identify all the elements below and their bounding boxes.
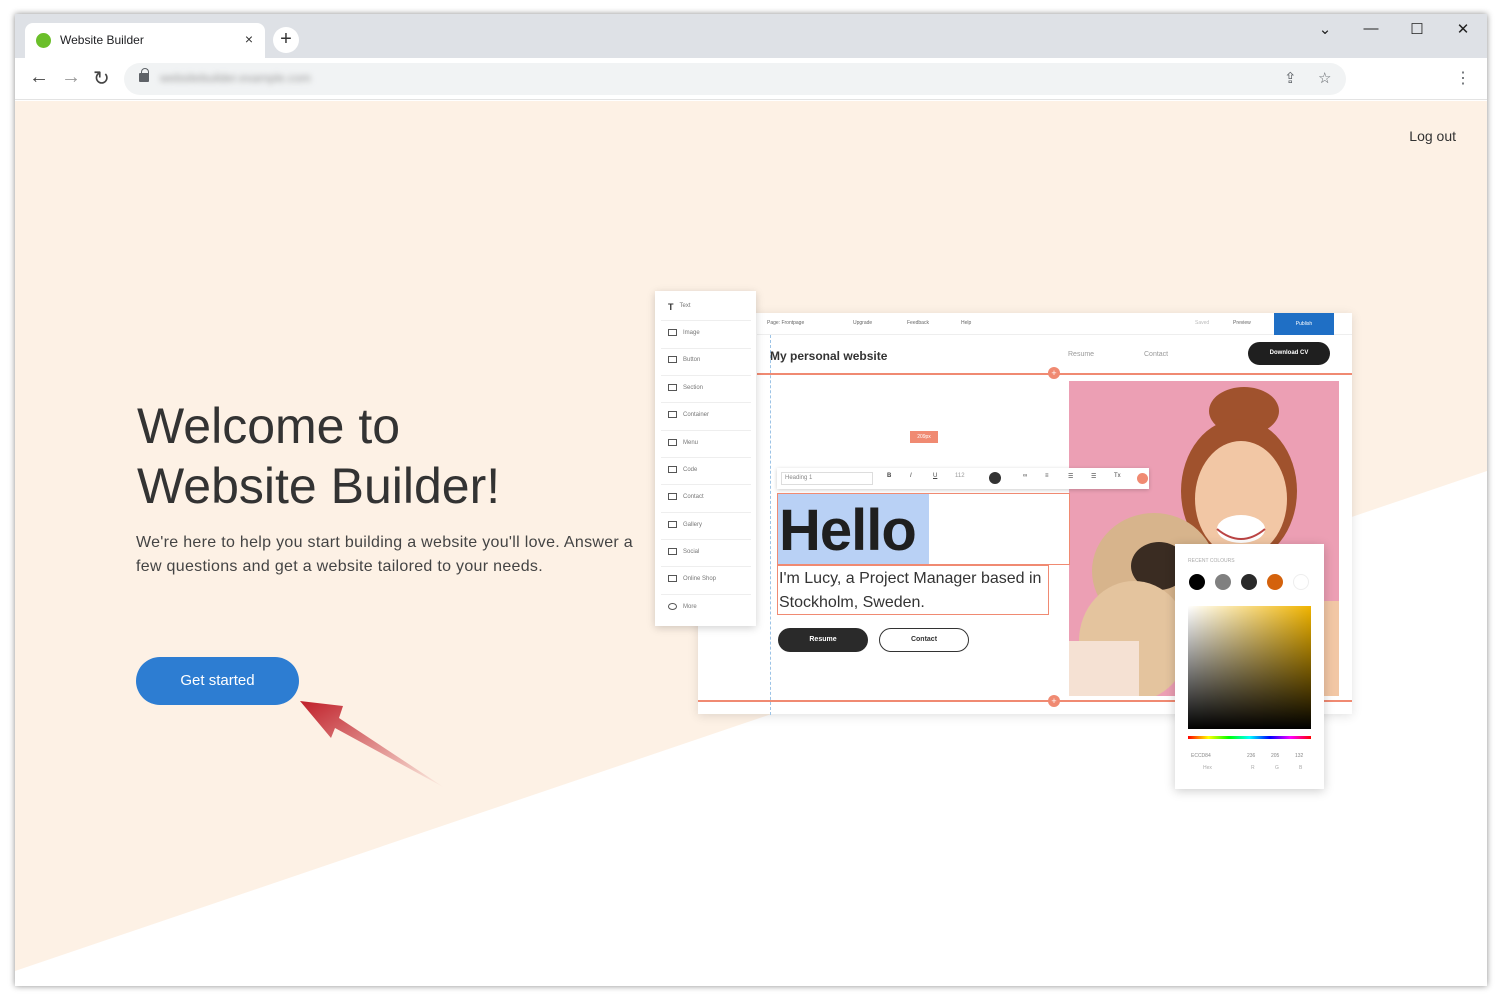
swatch	[1215, 574, 1231, 590]
mockup-feedback: Feedback	[907, 320, 929, 326]
intro-text: We're here to help you start building a …	[136, 534, 633, 575]
recent-colours-label: RECENT COLOURS	[1188, 558, 1235, 564]
hex-label: Hex	[1203, 765, 1212, 771]
tab-search-icon[interactable]: ⌄	[1302, 20, 1348, 38]
mockup-size-tag: 209px	[910, 431, 938, 443]
favicon-icon	[36, 33, 51, 48]
add-section-icon: +	[1048, 695, 1060, 707]
blue-value: 132	[1295, 753, 1304, 759]
swatch	[1241, 574, 1257, 590]
red-value: 236	[1247, 753, 1256, 759]
browser-window: Website Builder × + ⌄ — ☐ ✕ ← → ↻ websit…	[15, 14, 1487, 986]
mockup-elements-panel: T Text Image Button Section Container Men…	[655, 291, 756, 626]
lock-icon	[139, 68, 149, 82]
mockup-intro-paragraph: I'm Lucy, a Project Manager based in Sto…	[779, 570, 1042, 611]
g-label: G	[1275, 765, 1279, 771]
minimize-button[interactable]: —	[1348, 20, 1394, 37]
panel-item-button: Button	[668, 356, 750, 368]
bookmark-star-icon[interactable]: ☆	[1318, 69, 1331, 87]
mockup-format-toolbar: Heading 1 B I U 112 ∞ ≡ ☰ ☰ Tx	[777, 468, 1149, 489]
clear-format-icon: Tx	[1114, 473, 1121, 479]
panel-item-container: Container	[668, 411, 750, 423]
panel-item-section: Section	[668, 384, 750, 396]
align-icon: ≡	[1045, 473, 1049, 479]
mockup-font-size: 112	[955, 473, 965, 479]
mockup-site-title: My personal website	[770, 349, 888, 363]
bold-icon: B	[887, 473, 892, 479]
green-value: 205	[1271, 753, 1280, 759]
mockup-topbar: Page: Frontpage Upgrade Feedback Help Sa…	[757, 313, 1352, 335]
tab-title: Website Builder	[60, 33, 144, 47]
share-icon[interactable]: ⇪	[1284, 69, 1297, 87]
panel-item-contact: Contact	[668, 493, 750, 505]
maximize-button[interactable]: ☐	[1394, 20, 1440, 38]
mockup-upgrade: Upgrade	[853, 320, 873, 326]
arrow-annotation-icon	[300, 701, 445, 788]
mockup-resume-button: Resume	[778, 628, 868, 652]
bullet-list-icon: ☰	[1091, 474, 1097, 480]
page-title-line-2: Website Builder!	[137, 458, 501, 514]
hue-slider	[1188, 736, 1311, 739]
more-options-icon	[1137, 473, 1148, 484]
saturation-gradient	[1188, 606, 1311, 729]
editor-mockup: Page: Frontpage Upgrade Feedback Help Sa…	[655, 291, 1355, 811]
tab-close-icon[interactable]: ×	[245, 31, 253, 47]
logout-link[interactable]: Log out	[1409, 128, 1456, 144]
mockup-color-picker: RECENT COLOURS ECCD84 236 205 132 Hex R …	[1175, 544, 1324, 789]
panel-item-gallery: Gallery	[668, 521, 750, 533]
panel-item-social: Social	[668, 548, 750, 560]
browser-tab[interactable]: Website Builder ×	[25, 23, 265, 58]
panel-item-image: Image	[668, 329, 750, 341]
new-tab-button[interactable]: +	[273, 27, 299, 53]
page-title-line-1: Welcome to	[137, 398, 401, 454]
mockup-preview: Preview	[1233, 320, 1251, 326]
swatch	[1267, 574, 1283, 590]
mockup-help: Help	[961, 320, 972, 326]
mockup-nav-resume: Resume	[1068, 351, 1095, 358]
mockup-saved: Saved	[1195, 320, 1210, 326]
hex-value: ECCD84	[1191, 753, 1211, 759]
forward-icon[interactable]: →	[61, 66, 81, 89]
mockup-nav-contact: Contact	[1144, 351, 1169, 358]
mockup-contact-button: Contact	[879, 628, 969, 652]
mockup-download-cv: Download CV	[1248, 342, 1330, 365]
guide-line	[770, 335, 771, 715]
browser-toolbar: ← → ↻ websitebuilder.example.com ⇪ ☆ ⋮	[15, 58, 1487, 100]
italic-icon: I	[910, 473, 912, 479]
b-label: B	[1299, 765, 1303, 771]
link-icon: ∞	[1023, 473, 1028, 479]
mockup-publish: Publish	[1274, 313, 1334, 335]
panel-item-more: More	[668, 603, 750, 615]
panel-item-code: Code	[668, 466, 750, 478]
reload-icon[interactable]: ↻	[93, 66, 110, 91]
ordered-list-icon: ☰	[1068, 474, 1074, 480]
r-label: R	[1251, 765, 1255, 771]
page-title: Welcome to Website Builder!	[137, 396, 500, 516]
mockup-page-select: Page: Frontpage	[767, 320, 805, 326]
panel-item-online-shop: Online Shop	[668, 575, 750, 587]
back-icon[interactable]: ←	[29, 66, 49, 89]
panel-item-menu: Menu	[668, 439, 750, 451]
address-bar[interactable]: websitebuilder.example.com ⇪ ☆	[124, 63, 1346, 95]
text-color-icon	[989, 472, 1001, 484]
swatch	[1293, 574, 1309, 590]
swatch	[1189, 574, 1205, 590]
underline-icon: U	[933, 473, 938, 479]
mockup-style-select: Heading 1	[781, 472, 873, 485]
tab-strip: Website Builder × + ⌄ — ☐ ✕	[15, 14, 1487, 58]
panel-item-text: T Text	[668, 302, 691, 312]
menu-kebab-icon[interactable]: ⋮	[1455, 68, 1471, 88]
add-section-icon: +	[1048, 367, 1060, 379]
url-text[interactable]: websitebuilder.example.com	[160, 71, 311, 85]
get-started-button[interactable]: Get started	[136, 657, 299, 705]
close-window-button[interactable]: ✕	[1440, 20, 1486, 38]
page-content: Log out Welcome to Website Builder! We'r…	[15, 101, 1487, 986]
mockup-hello-heading: Hello	[779, 498, 917, 563]
